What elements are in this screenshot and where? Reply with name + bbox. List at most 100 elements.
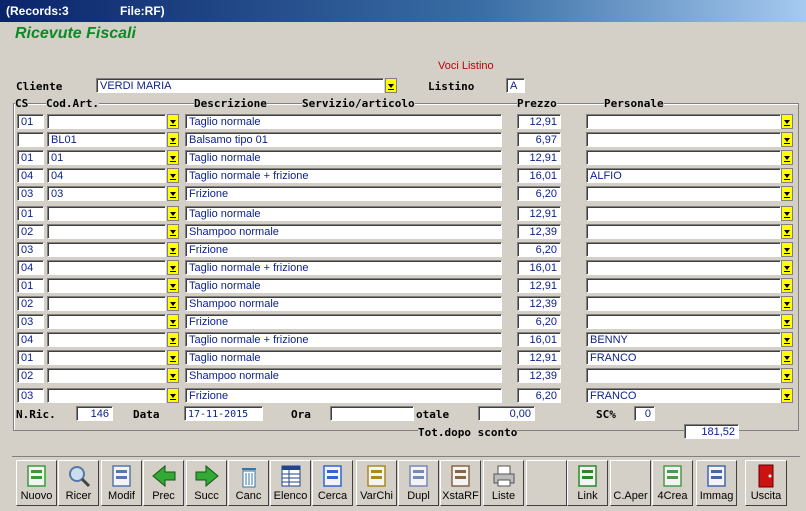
cod-art-field[interactable]: 03 (47, 186, 166, 201)
4crea-button[interactable]: 4Crea (652, 460, 693, 506)
cod-art-field[interactable] (47, 350, 166, 365)
cod-art-dropdown-icon[interactable] (167, 332, 179, 347)
link-button[interactable]: Link (567, 460, 608, 506)
personale-dropdown-icon[interactable] (781, 278, 793, 293)
cod-art-field[interactable] (47, 332, 166, 347)
immag-button[interactable]: Immag (696, 460, 737, 506)
cs-field[interactable]: 04 (17, 332, 44, 347)
descrizione-field[interactable]: Frizione (185, 314, 502, 329)
cod-art-field[interactable] (47, 388, 166, 403)
cod-art-field[interactable] (47, 278, 166, 293)
personale-field[interactable]: BENNY (586, 332, 781, 347)
personale-field[interactable] (586, 368, 781, 383)
personale-field[interactable]: ALFIO (586, 168, 781, 183)
blank-button[interactable] (526, 460, 567, 506)
personale-dropdown-icon[interactable] (781, 388, 793, 403)
prezzo-field[interactable]: 12,91 (517, 114, 561, 129)
personale-field[interactable] (586, 296, 781, 311)
listino-field[interactable]: A (506, 78, 525, 93)
personale-dropdown-icon[interactable] (781, 206, 793, 221)
personale-field[interactable] (586, 186, 781, 201)
cod-art-dropdown-icon[interactable] (167, 242, 179, 257)
descrizione-field[interactable]: Taglio normale (185, 114, 502, 129)
prezzo-field[interactable]: 12,39 (517, 368, 561, 383)
personale-dropdown-icon[interactable] (781, 368, 793, 383)
caper-button[interactable]: C.Aper (610, 460, 651, 506)
cs-field[interactable]: 02 (17, 224, 44, 239)
personale-dropdown-icon[interactable] (781, 150, 793, 165)
ora-field[interactable] (330, 406, 414, 421)
descrizione-field[interactable]: Taglio normale + frizione (185, 168, 502, 183)
cs-field[interactable] (17, 132, 44, 147)
descrizione-field[interactable]: Taglio normale + frizione (185, 260, 502, 275)
descrizione-field[interactable]: Frizione (185, 388, 502, 403)
cod-art-dropdown-icon[interactable] (167, 296, 179, 311)
cs-field[interactable]: 04 (17, 260, 44, 275)
cs-field[interactable]: 01 (17, 350, 44, 365)
canc-button[interactable]: Canc (228, 460, 269, 506)
cs-field[interactable]: 01 (17, 114, 44, 129)
cs-field[interactable]: 03 (17, 186, 44, 201)
elenco-button[interactable]: Elenco (270, 460, 311, 506)
cod-art-field[interactable] (47, 314, 166, 329)
ricer-button[interactable]: Ricer (58, 460, 99, 506)
data-field[interactable]: 17-11-2015 (184, 406, 263, 421)
nric-field[interactable]: 146 (76, 406, 113, 421)
cod-art-field[interactable] (47, 206, 166, 221)
cod-art-dropdown-icon[interactable] (167, 260, 179, 275)
personale-field[interactable] (586, 314, 781, 329)
prezzo-field[interactable]: 6,20 (517, 186, 561, 201)
sc-field[interactable]: 0 (634, 406, 655, 421)
prezzo-field[interactable]: 16,01 (517, 168, 561, 183)
descrizione-field[interactable]: Taglio normale (185, 150, 502, 165)
descrizione-field[interactable]: Frizione (185, 242, 502, 257)
personale-field[interactable]: FRANCO (586, 388, 781, 403)
descrizione-field[interactable]: Taglio normale (185, 278, 502, 293)
personale-dropdown-icon[interactable] (781, 132, 793, 147)
cod-art-dropdown-icon[interactable] (167, 368, 179, 383)
cod-art-field[interactable] (47, 114, 166, 129)
cod-art-field[interactable]: 01 (47, 150, 166, 165)
cod-art-dropdown-icon[interactable] (167, 168, 179, 183)
cs-field[interactable]: 03 (17, 314, 44, 329)
prezzo-field[interactable]: 12,91 (517, 206, 561, 221)
cs-field[interactable]: 01 (17, 150, 44, 165)
personale-field[interactable] (586, 278, 781, 293)
cod-art-dropdown-icon[interactable] (167, 132, 179, 147)
personale-field[interactable] (586, 114, 781, 129)
cod-art-field[interactable] (47, 368, 166, 383)
cs-field[interactable]: 02 (17, 368, 44, 383)
cs-field[interactable]: 04 (17, 168, 44, 183)
cod-art-dropdown-icon[interactable] (167, 114, 179, 129)
personale-field[interactable] (586, 260, 781, 275)
cliente-field[interactable]: VERDI MARIA (96, 78, 384, 93)
personale-field[interactable] (586, 242, 781, 257)
personale-dropdown-icon[interactable] (781, 186, 793, 201)
prezzo-field[interactable]: 6,97 (517, 132, 561, 147)
cod-art-field[interactable] (47, 242, 166, 257)
prezzo-field[interactable]: 12,91 (517, 150, 561, 165)
cod-art-dropdown-icon[interactable] (167, 186, 179, 201)
prezzo-field[interactable]: 6,20 (517, 242, 561, 257)
personale-dropdown-icon[interactable] (781, 242, 793, 257)
cod-art-field[interactable] (47, 296, 166, 311)
cod-art-dropdown-icon[interactable] (167, 314, 179, 329)
personale-dropdown-icon[interactable] (781, 314, 793, 329)
descrizione-field[interactable]: Frizione (185, 186, 502, 201)
descrizione-field[interactable]: Shampoo normale (185, 296, 502, 311)
cliente-dropdown-icon[interactable] (385, 78, 397, 93)
descrizione-field[interactable]: Balsamo tipo 01 (185, 132, 502, 147)
cs-field[interactable]: 03 (17, 388, 44, 403)
personale-dropdown-icon[interactable] (781, 114, 793, 129)
personale-field[interactable] (586, 132, 781, 147)
cs-field[interactable]: 01 (17, 206, 44, 221)
nuovo-button[interactable]: Nuovo (16, 460, 57, 506)
personale-dropdown-icon[interactable] (781, 168, 793, 183)
cod-art-dropdown-icon[interactable] (167, 224, 179, 239)
personale-field[interactable] (586, 206, 781, 221)
prezzo-field[interactable]: 6,20 (517, 388, 561, 403)
descrizione-field[interactable]: Taglio normale (185, 206, 502, 221)
cod-art-dropdown-icon[interactable] (167, 388, 179, 403)
cod-art-field[interactable]: 04 (47, 168, 166, 183)
personale-field[interactable]: FRANCO (586, 350, 781, 365)
